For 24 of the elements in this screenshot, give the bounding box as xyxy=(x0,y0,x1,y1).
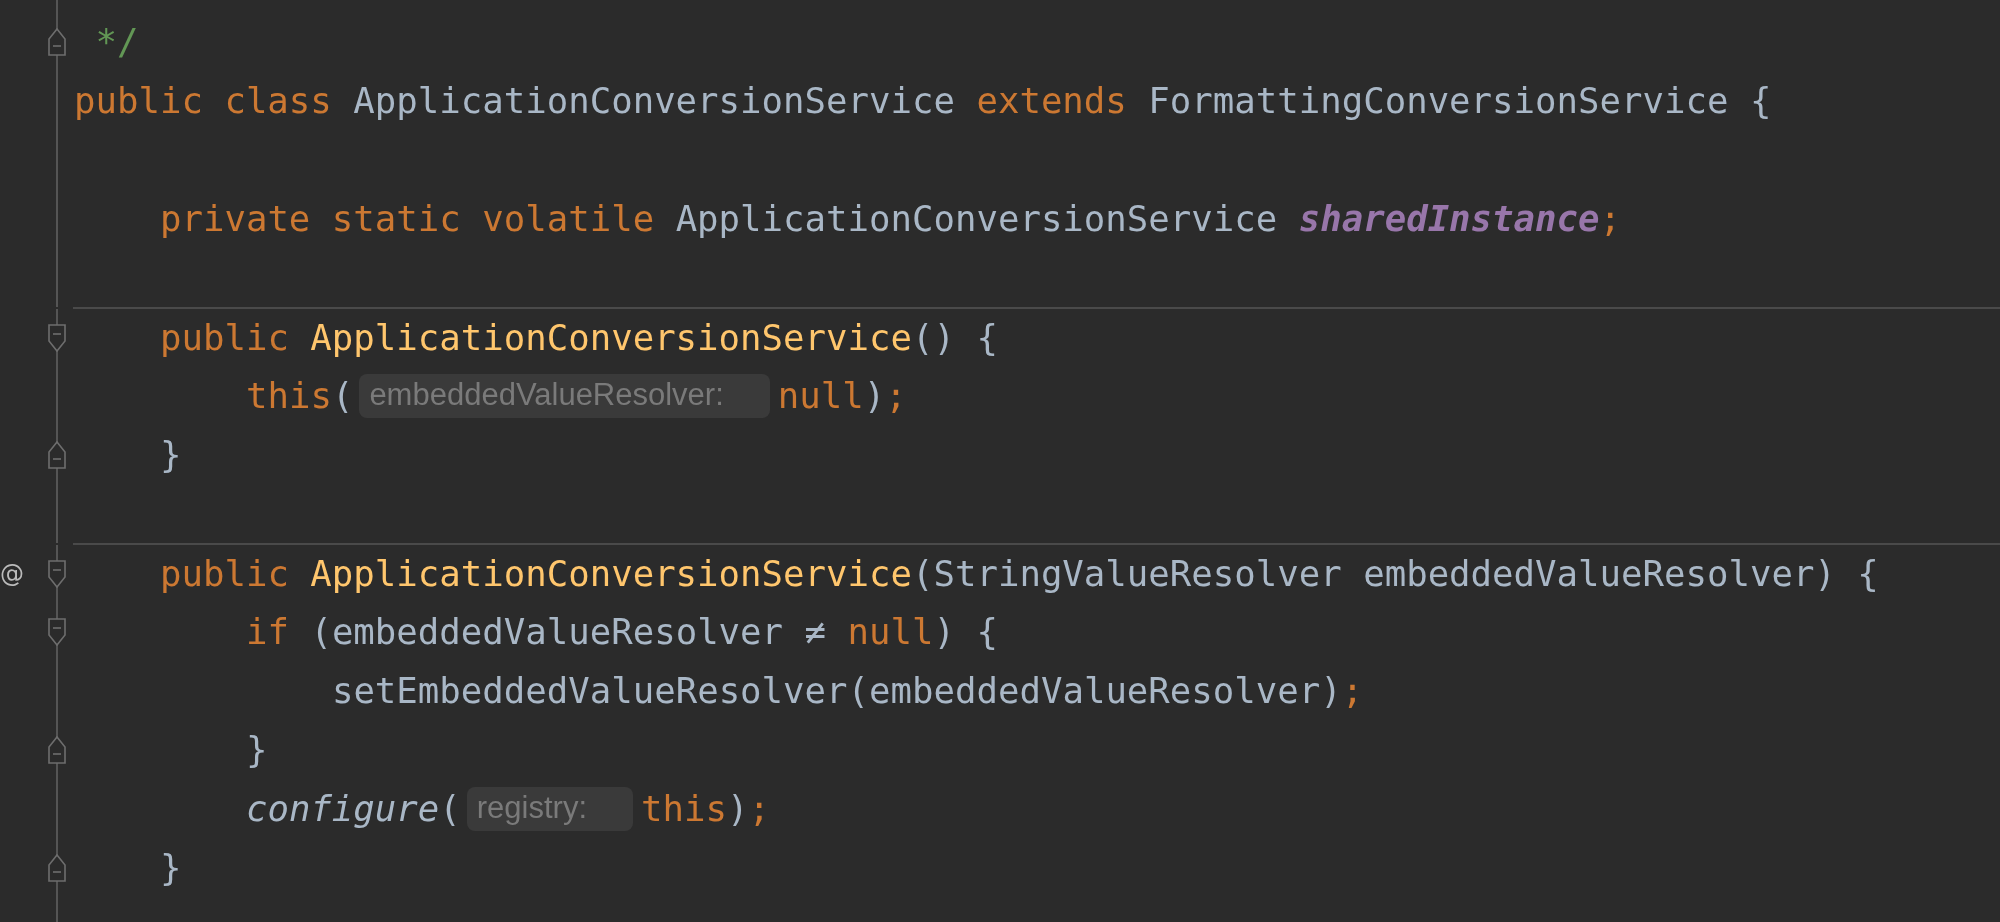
code-text: public ApplicationConversionService(StringValueResolver embeddedValueResolver) { xyxy=(159,553,1879,594)
code-text: } xyxy=(245,729,268,770)
fold-marker-icon[interactable] xyxy=(48,617,66,646)
code-text: configure( xyxy=(245,788,461,829)
fold-marker-icon[interactable] xyxy=(48,853,66,882)
code-text: this); xyxy=(641,788,770,829)
fold-marker-icon[interactable] xyxy=(48,559,66,588)
annotation-mark[interactable]: @ xyxy=(0,559,24,588)
code-text: public class ApplicationConversionService extends FormattingConversionService { xyxy=(74,80,1772,121)
fold-marker-icon[interactable] xyxy=(48,27,66,56)
parameter-hint: registry: xyxy=(466,786,634,831)
code-text: } xyxy=(159,434,182,475)
parameter-hint: embeddedValueResolver: xyxy=(359,373,770,418)
code-text: setEmbeddedValueResolver(embeddedValueResolver); xyxy=(331,670,1364,711)
fold-marker-icon[interactable] xyxy=(48,323,66,352)
code-text: private static volatile ApplicationConversionService sharedInstance; xyxy=(159,198,1622,239)
code-text: this( xyxy=(245,375,354,416)
fold-marker-icon[interactable] xyxy=(48,735,66,764)
code-text: if (embeddedValueResolver ≠ null) { xyxy=(245,611,998,652)
code-text: null); xyxy=(777,375,907,416)
fold-marker-icon[interactable] xyxy=(48,440,66,469)
code-text: public ApplicationConversionService() { xyxy=(159,317,998,358)
code-text: } xyxy=(159,847,182,888)
code-text: */ xyxy=(94,21,139,62)
